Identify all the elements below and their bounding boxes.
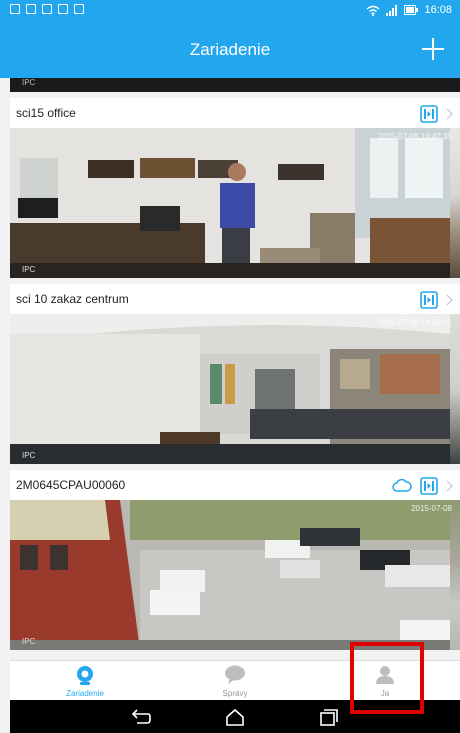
chevron-right-icon[interactable] (446, 108, 454, 120)
tab-devices[interactable]: Zariadenie (10, 661, 160, 701)
camera-live-feed[interactable]: 2015-07-08 14:49:01 IPC (10, 314, 460, 464)
play-store-icon (74, 4, 84, 14)
download-icon (42, 4, 52, 14)
device-card-header[interactable]: sci 10 zakaz centrum (10, 284, 460, 314)
device-card[interactable]: sci 10 zakaz centrum 2015-07-08 14:49:01… (10, 284, 460, 464)
feed-watermark: IPC (22, 637, 36, 646)
gallery-icon (10, 4, 20, 14)
device-card-header[interactable]: 2M0645CPAU00060 (10, 470, 460, 500)
recent-apps-icon[interactable] (318, 708, 340, 726)
tab-label: Ja (380, 689, 390, 698)
notification-icons (10, 4, 84, 14)
tab-messages[interactable]: Správy (160, 661, 310, 701)
feed-scene (10, 314, 450, 464)
device-card[interactable]: 2M0645CPAU00060 2015-07-08 IPC (10, 470, 460, 650)
system-navigation-bar (10, 700, 460, 733)
instagram-icon (58, 4, 68, 14)
app-header: Zariadenie (0, 22, 460, 78)
camera-live-feed[interactable]: 2015-07-08 IPC (10, 500, 460, 650)
device-name: sci 10 zakaz centrum (16, 292, 129, 306)
device-card-header[interactable]: sci15 office (10, 98, 460, 128)
tab-label: Správy (222, 689, 248, 698)
wifi-icon (367, 5, 380, 16)
feed-timestamp: 2015-07-08 14:49:01 (377, 318, 452, 327)
chevron-right-icon[interactable] (446, 480, 454, 492)
playback-icon[interactable] (420, 291, 438, 309)
signal-icon (386, 4, 398, 16)
battery-icon (404, 5, 419, 15)
feed-timestamp: 2015-07-08 (411, 504, 452, 513)
playback-icon[interactable] (420, 105, 438, 123)
page-title: Zariadenie (189, 40, 271, 59)
back-icon[interactable] (130, 708, 152, 726)
message-icon (225, 665, 245, 684)
previous-device-feed-peek[interactable]: IPC (10, 78, 460, 92)
feed-watermark: IPC (22, 265, 36, 274)
status-time: 16:08 (424, 4, 452, 16)
device-list[interactable]: IPC sci15 office 2015-07-08 14:47:35 IPC… (10, 78, 460, 660)
tab-me[interactable]: Ja (310, 661, 460, 701)
playback-icon[interactable] (420, 477, 438, 495)
feed-scene (10, 128, 450, 278)
tab-label: Zariadenie (66, 689, 104, 698)
camera-live-feed[interactable]: 2015-07-08 14:47:35 IPC (10, 128, 460, 278)
cloud-icon[interactable] (392, 479, 412, 493)
person-icon (376, 666, 394, 684)
feed-watermark: IPC (22, 78, 36, 87)
home-icon[interactable] (224, 708, 246, 726)
device-name: sci15 office (16, 106, 76, 120)
feed-scene (10, 500, 450, 650)
device-card[interactable]: sci15 office 2015-07-08 14:47:35 IPC (10, 98, 460, 278)
feed-timestamp: 2015-07-08 14:47:35 (377, 132, 452, 141)
chevron-right-icon[interactable] (446, 294, 454, 306)
add-device-button[interactable] (418, 34, 448, 64)
device-name: 2M0645CPAU00060 (16, 478, 126, 492)
message-notification-icon (26, 4, 36, 14)
bottom-tab-bar: Zariadenie Správy Ja (10, 660, 460, 701)
camera-icon (77, 666, 93, 685)
status-bar: 16:08 (0, 0, 460, 22)
feed-watermark: IPC (22, 451, 36, 460)
